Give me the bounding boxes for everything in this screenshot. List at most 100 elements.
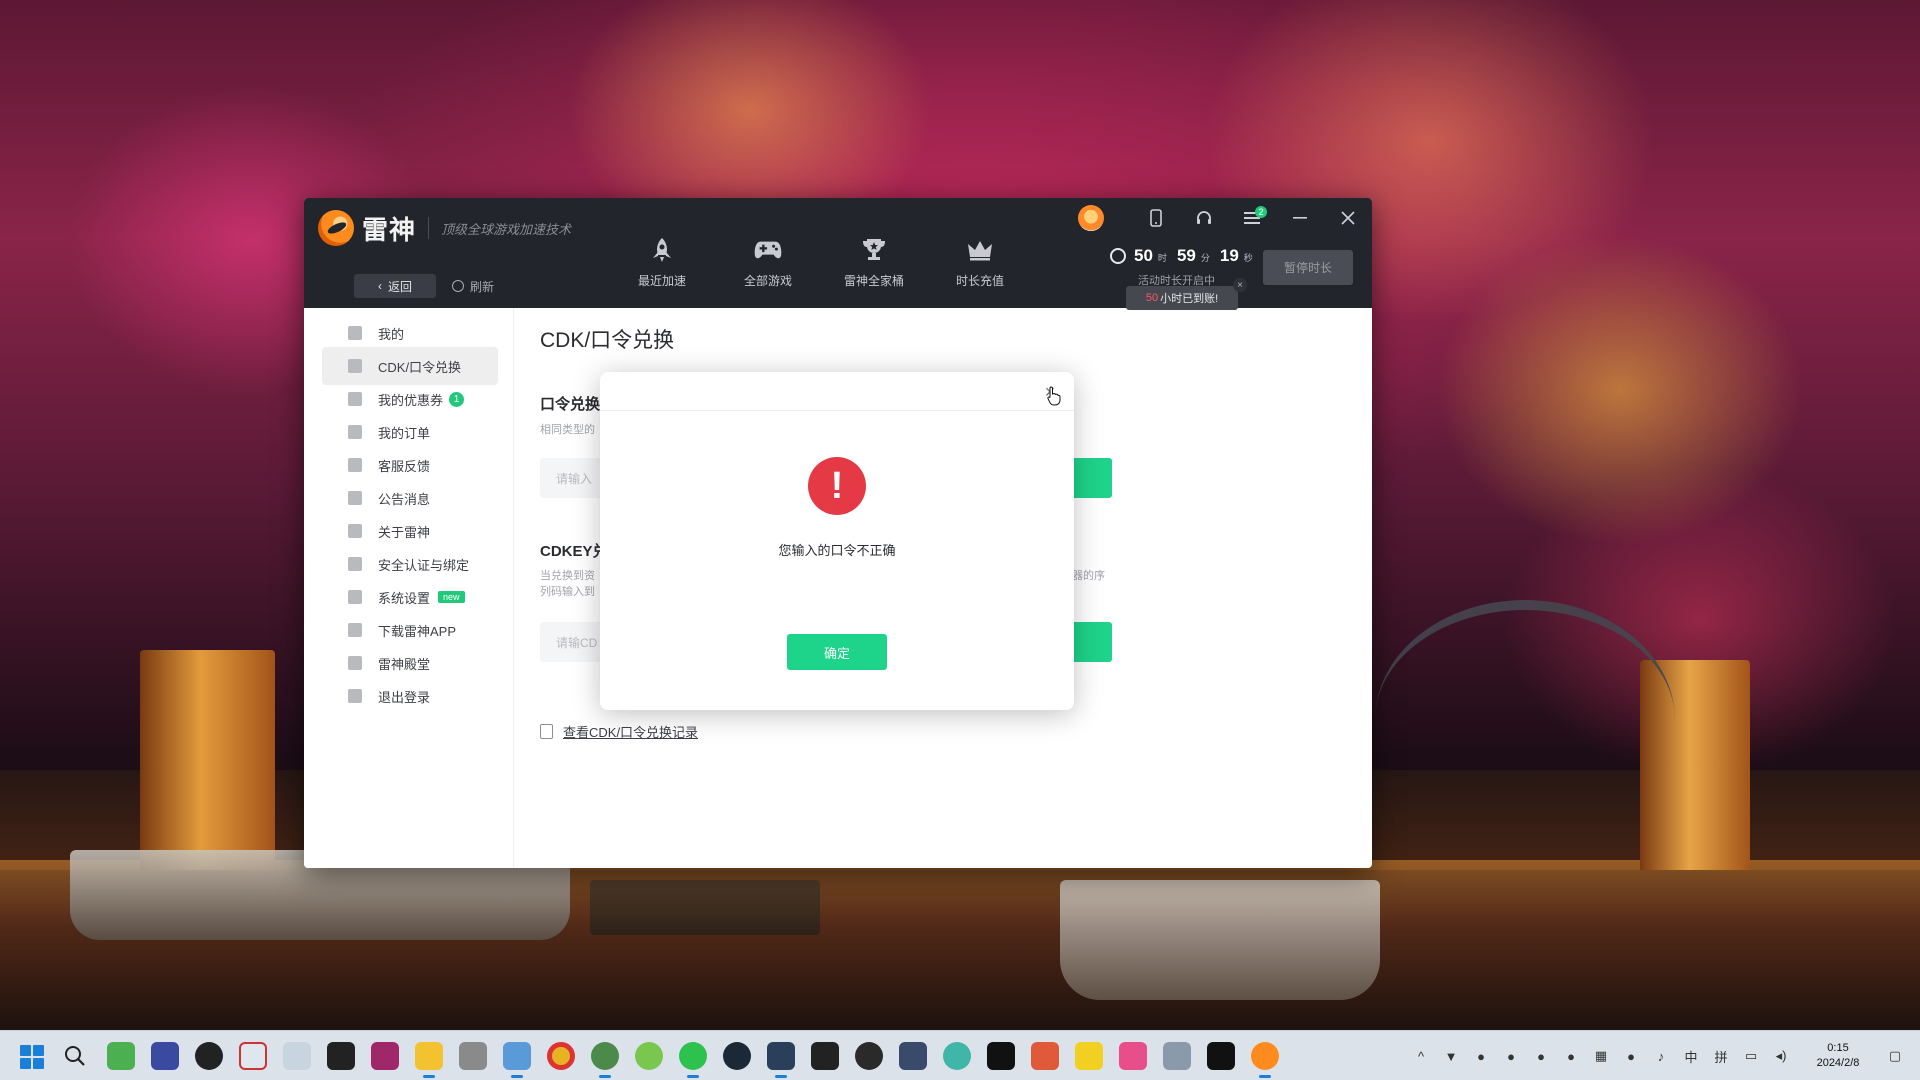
nav-recent-accelerate[interactable]: 最近加速 <box>609 236 715 289</box>
brand-name: 雷神 <box>362 214 417 245</box>
sidebar-item-label: 公告消息 <box>378 491 431 507</box>
terminal-app-icon[interactable] <box>283 1042 311 1070</box>
mobile-icon[interactable] <box>1132 198 1180 238</box>
cdkey-redeem-desc-line2: 列码输入到 <box>540 586 595 598</box>
nav-bundle-label: 雷神全家桶 <box>843 274 904 288</box>
close-icon[interactable] <box>1324 198 1372 238</box>
microphone-icon[interactable]: ♪ <box>1646 1049 1676 1064</box>
wallpaper-bridge-arch <box>1375 600 1675 840</box>
sidebar-item-label: 我的 <box>378 326 405 342</box>
speed-gauge-icon[interactable] <box>855 1042 883 1070</box>
clock-date: 2024/2/8 <box>1816 1057 1860 1069</box>
browser-app-icon[interactable] <box>943 1042 971 1070</box>
hours-credited-tooltip: 50 小时已到账! <box>1126 286 1238 310</box>
password-redeem-desc: 相同类型的 <box>540 424 595 436</box>
chrome-icon[interactable] <box>547 1042 575 1070</box>
tray-shield-icon[interactable]: ● <box>1466 1049 1496 1064</box>
stack-app-icon[interactable] <box>327 1042 355 1070</box>
remaining-time-counter: 50 时 59 分 19 秒 <box>1110 246 1261 266</box>
system-tray: ^ ▼ ● ● ● ● ▦ ● ♪ 中 拼 ▭ ◂) 0:15 2024/2/8… <box>1406 1031 1910 1080</box>
refresh-label: 刷新 <box>470 279 495 294</box>
wallpaper-yacht <box>1060 880 1380 1000</box>
vpn-app-icon[interactable] <box>1207 1042 1235 1070</box>
notification-icon[interactable]: ▢ <box>1880 1048 1910 1064</box>
file-explorer-icon[interactable] <box>415 1042 443 1078</box>
accelerator-app-icon[interactable] <box>767 1042 795 1078</box>
timer-hours-unit: 时 <box>1157 253 1167 263</box>
nav-leishen-bundle[interactable]: 雷神全家桶 <box>821 236 927 289</box>
photos-app-icon[interactable] <box>1119 1042 1147 1070</box>
search-icon[interactable] <box>64 1045 86 1067</box>
tray-app-icon[interactable]: ● <box>1496 1049 1526 1064</box>
menu-icon[interactable]: 2 <box>1228 198 1276 238</box>
cdkey-redeem-title: CDKEY兑 <box>540 543 608 560</box>
notepad-app-icon[interactable] <box>503 1042 531 1078</box>
network-icon[interactable]: ▭ <box>1736 1048 1766 1064</box>
snipping-app-icon[interactable] <box>239 1042 267 1070</box>
nav-all-games-label: 全部游戏 <box>743 274 792 288</box>
gamepad-icon <box>754 236 782 264</box>
refresh-button[interactable]: 刷新 <box>452 274 494 298</box>
back-label: 返回 <box>387 279 412 294</box>
roblox-icon[interactable] <box>1163 1042 1191 1070</box>
nvidia-app-icon[interactable] <box>107 1042 135 1070</box>
hall-icon <box>348 656 362 670</box>
tray-game-icon[interactable]: ● <box>1616 1049 1646 1064</box>
user-avatar[interactable] <box>1078 205 1104 231</box>
timer-seconds-unit: 秒 <box>1243 253 1253 263</box>
top-navigation: 最近加速 全部游戏 雷神全家桶 时长充值 <box>609 236 1033 289</box>
chevron-up-icon[interactable]: ^ <box>1406 1049 1436 1064</box>
wechat-icon[interactable] <box>679 1042 707 1078</box>
redeem-history-link[interactable]: 查看CDK/口令兑换记录 <box>540 722 698 741</box>
back-button[interactable]: ‹ 返回 <box>354 274 436 298</box>
error-message: 您输入的口令不正确 <box>778 543 896 558</box>
tool-app-icon[interactable] <box>151 1042 179 1070</box>
tray-logitech-icon[interactable]: ● <box>1556 1049 1586 1064</box>
minimize-icon[interactable] <box>1276 198 1324 238</box>
cdkey-redeem-desc-right: 器的序 <box>1072 570 1105 582</box>
gift-icon <box>348 359 362 373</box>
ime-language[interactable]: 中 <box>1676 1047 1706 1066</box>
wallpaper-bridge-tower-left <box>140 650 275 870</box>
robot-app-icon[interactable] <box>459 1042 487 1070</box>
nav-all-games[interactable]: 全部游戏 <box>715 236 821 289</box>
clock[interactable]: 0:15 2024/2/8 <box>1796 1041 1880 1071</box>
start-button-windows-icon[interactable] <box>20 1045 44 1069</box>
sidebar-item-logout[interactable]: 退出登录 <box>322 677 498 715</box>
pause-time-button[interactable]: 暂停时长 <box>1263 250 1353 285</box>
steam-icon[interactable] <box>723 1042 751 1070</box>
volume-icon[interactable]: ◂) <box>1766 1048 1796 1064</box>
leishen-taskbar-icon[interactable] <box>1251 1042 1279 1078</box>
g-hub-icon[interactable] <box>811 1042 839 1070</box>
tray-keyboard-icon[interactable]: ▦ <box>1586 1048 1616 1064</box>
chat-app-icon[interactable] <box>1075 1042 1103 1070</box>
nav-time-recharge[interactable]: 时长充值 <box>927 236 1033 289</box>
dialog-header-divider <box>600 410 1074 411</box>
timer-seconds: 19 <box>1219 246 1239 265</box>
logo-divider <box>428 217 430 239</box>
tablet-icon <box>348 623 362 637</box>
logitech-icon[interactable] <box>987 1042 1015 1070</box>
game-launcher-icon[interactable] <box>635 1042 663 1070</box>
tooltip-close-button[interactable]: × <box>1233 278 1247 292</box>
menu-badge: 2 <box>1255 206 1267 218</box>
password-redeem-title: 口令兑换 <box>540 396 601 413</box>
tray-steam-icon[interactable]: ● <box>1526 1049 1556 1064</box>
steam-tool-icon[interactable] <box>591 1042 619 1078</box>
flag-app-icon[interactable] <box>1031 1042 1059 1070</box>
media-app-icon[interactable] <box>371 1042 399 1070</box>
shield-icon <box>348 557 362 571</box>
obs-app-icon[interactable] <box>195 1042 223 1070</box>
document-icon <box>540 724 553 739</box>
ime-mode[interactable]: 拼 <box>1706 1047 1736 1066</box>
crown-icon <box>966 236 994 264</box>
app-titlebar: 雷神 顶级全球游戏加速技术 ‹ 返回 刷新 最近加速 全部游戏 雷神全家桶 时长… <box>304 198 1372 310</box>
headset-icon[interactable] <box>1180 198 1228 238</box>
alarm-clock-icon <box>1110 248 1126 264</box>
keyboard-app-icon[interactable] <box>899 1042 927 1070</box>
brand-slogan: 顶级全球游戏加速技术 <box>441 221 572 237</box>
tray-vpn-icon[interactable]: ▼ <box>1436 1049 1466 1064</box>
account-sidebar: 我的 CDK/口令兑换 我的优惠券 1 我的订单 客服反馈 公告消息 关于雷神 <box>304 308 514 868</box>
trophy-icon <box>860 236 888 264</box>
confirm-button[interactable]: 确定 <box>787 634 887 670</box>
